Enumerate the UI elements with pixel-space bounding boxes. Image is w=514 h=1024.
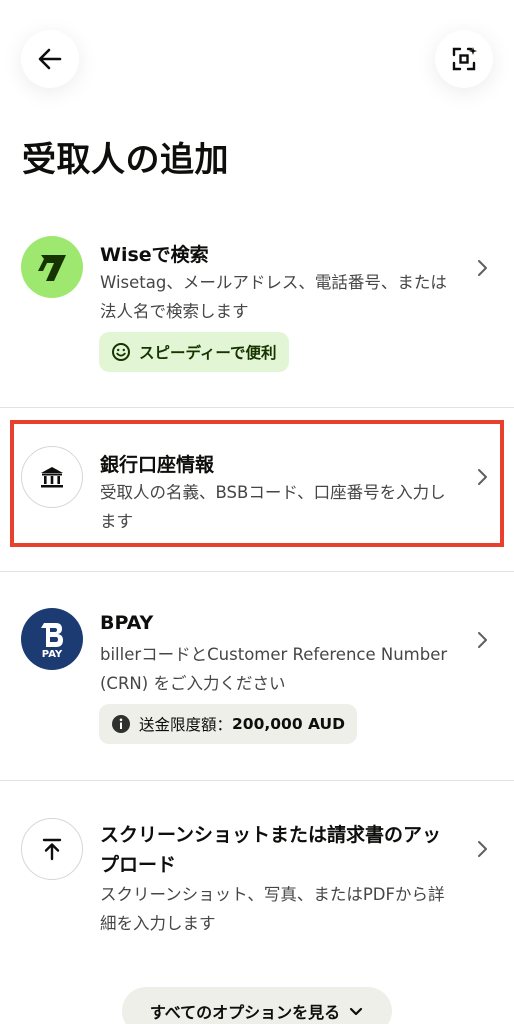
limit-badge: 送金限度額： 200,000 AUD <box>99 704 357 744</box>
option-title: Wiseで検索 <box>100 244 209 266</box>
divider <box>0 571 514 572</box>
speed-badge-label: スピーディーで便利 <box>139 344 277 362</box>
option-title: スクリーンショットまたは請求書のアップロード <box>100 824 442 876</box>
scan-button[interactable] <box>435 30 493 88</box>
bpay-logo-text: PAY <box>41 648 63 660</box>
limit-label: 送金限度額： <box>139 716 233 734</box>
upload-icon <box>21 818 83 880</box>
wise-logo-icon <box>21 236 83 298</box>
divider <box>0 407 514 408</box>
chevron-right-icon <box>478 632 487 648</box>
chevron-right-icon <box>478 260 487 276</box>
option-title: BPAY <box>100 612 154 634</box>
option-description: Wisetag、メールアドレス、電話番号、または法人名で検索します <box>100 273 447 321</box>
selection-highlight <box>10 420 504 547</box>
option-description: billerコードとCustomer Reference Number (CRN… <box>100 645 448 693</box>
bpay-logo-icon: PAY <box>21 608 83 670</box>
speed-badge: スピーディーで便利 <box>99 332 289 372</box>
divider <box>0 780 514 781</box>
option-description: スクリーンショット、写真、またはPDFから詳細を入力します <box>100 885 445 933</box>
chevron-right-icon <box>478 841 487 857</box>
chevron-down-icon <box>350 1007 363 1016</box>
arrow-left-icon <box>38 48 62 70</box>
info-icon <box>112 715 130 733</box>
page-title: 受取人の追加 <box>22 140 229 180</box>
smiley-icon <box>112 343 130 361</box>
scan-qr-icon <box>452 47 477 71</box>
see-all-options-button[interactable]: すべてのオプションを見る <box>122 987 392 1024</box>
see-all-options-label: すべてのオプションを見る <box>149 1003 341 1022</box>
back-button[interactable] <box>21 30 79 88</box>
limit-value: 200,000 AUD <box>232 715 345 733</box>
